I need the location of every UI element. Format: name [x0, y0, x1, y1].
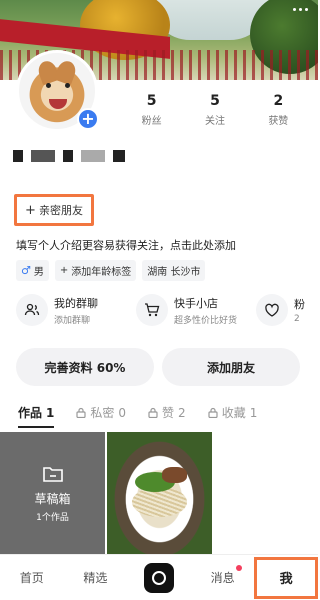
- intimate-friends-label: 亲密朋友: [38, 204, 83, 217]
- drafts-title: 草稿箱: [34, 491, 71, 506]
- tab-label: 私密: [90, 406, 115, 420]
- feature-title: 快手小店: [174, 296, 218, 310]
- location-label: 湖南 长沙市: [147, 267, 201, 278]
- plus-icon: +: [59, 265, 69, 276]
- feature-subtitle: 2: [294, 314, 300, 324]
- lock-icon: [208, 407, 218, 418]
- camera-icon: [143, 562, 174, 593]
- feature-shop[interactable]: 快手小店 超多性价比好货: [136, 294, 246, 326]
- feature-row: 我的群聊 添加群聊 快手小店 超多性价比好货 粉 2: [16, 294, 320, 326]
- nav-home[interactable]: 首页: [0, 569, 64, 586]
- profile-tags: ♂ 男 + 添加年龄标签 湖南 长沙市: [16, 260, 206, 281]
- notification-dot: [236, 565, 243, 571]
- nav-featured[interactable]: 精选: [64, 569, 128, 586]
- tab-label: 收藏: [221, 406, 246, 420]
- content-tabs: 作品 1 私密 0 赞 2 收藏 1: [0, 404, 318, 428]
- feature-subtitle: 添加群聊: [54, 315, 91, 326]
- intimate-friends-button[interactable]: + 亲密朋友: [14, 194, 94, 226]
- tab-count: 1: [46, 405, 55, 420]
- tab-label: 赞: [162, 406, 175, 420]
- male-icon: ♂: [21, 264, 31, 277]
- stat-value: 2: [273, 93, 284, 109]
- tab-favorites[interactable]: 收藏 1: [208, 404, 258, 421]
- nav-camera[interactable]: [127, 562, 191, 593]
- nav-messages-label: 消息: [210, 571, 235, 585]
- location-tag[interactable]: 湖南 长沙市: [142, 260, 206, 281]
- stat-following[interactable]: 5 关注: [183, 93, 246, 127]
- stat-likes[interactable]: 2 获赞: [247, 93, 310, 127]
- drafts-count: 1个作品: [36, 512, 69, 523]
- more-menu-icon[interactable]: [293, 8, 308, 11]
- tab-count: 1: [249, 405, 258, 420]
- bottom-nav: 首页 精选 消息 我: [0, 554, 318, 600]
- action-buttons: 完善资料 60% 添加朋友: [16, 348, 300, 386]
- nav-me[interactable]: 我: [254, 556, 318, 599]
- add-friend-button[interactable]: 添加朋友: [162, 348, 300, 386]
- avatar-add-icon[interactable]: +: [77, 108, 99, 130]
- feature-title: 我的群聊: [54, 296, 98, 310]
- feature-subtitle: 超多性价比好货: [174, 315, 238, 326]
- gender-label: 男: [33, 267, 44, 278]
- stat-label: 获赞: [268, 116, 289, 127]
- lock-icon: [76, 407, 86, 418]
- feature-fans[interactable]: 粉 2: [256, 294, 320, 326]
- plus-icon: +: [25, 202, 36, 218]
- nav-messages[interactable]: 消息: [191, 565, 255, 586]
- tab-likes[interactable]: 赞 2: [148, 404, 186, 421]
- cart-icon: [136, 294, 168, 326]
- folder-icon: [42, 466, 63, 482]
- stat-value: 5: [146, 93, 157, 109]
- stat-fans[interactable]: 5 粉丝: [120, 93, 183, 127]
- lock-icon: [148, 407, 158, 418]
- tab-label: 作品: [18, 406, 43, 420]
- bio-placeholder[interactable]: 填写个人介绍更容易获得关注，点击此处添加: [16, 237, 236, 253]
- complete-profile-button[interactable]: 完善资料 60%: [16, 348, 154, 386]
- stat-label: 关注: [204, 116, 225, 127]
- age-label: 添加年龄标签: [71, 267, 132, 278]
- tab-count: 0: [118, 405, 127, 420]
- tab-works[interactable]: 作品 1: [18, 404, 55, 428]
- work-thumbnail[interactable]: [107, 432, 212, 554]
- profile-stats: 5 粉丝 5 关注 2 获赞: [120, 93, 310, 127]
- stat-value: 5: [210, 93, 220, 109]
- tab-private[interactable]: 私密 0: [76, 404, 126, 421]
- username-redacted: [13, 150, 125, 162]
- group-icon: [16, 294, 48, 326]
- stat-label: 粉丝: [141, 116, 162, 127]
- heart-icon: [256, 294, 288, 326]
- age-tag[interactable]: + 添加年龄标签: [54, 260, 137, 281]
- gender-tag[interactable]: ♂ 男: [16, 260, 49, 281]
- tab-count: 2: [178, 405, 186, 420]
- drafts-tile[interactable]: 草稿箱 1个作品: [0, 432, 105, 554]
- feature-title: 粉: [294, 298, 305, 311]
- feature-group-chat[interactable]: 我的群聊 添加群聊: [16, 294, 126, 326]
- works-grid: 草稿箱 1个作品: [0, 432, 318, 554]
